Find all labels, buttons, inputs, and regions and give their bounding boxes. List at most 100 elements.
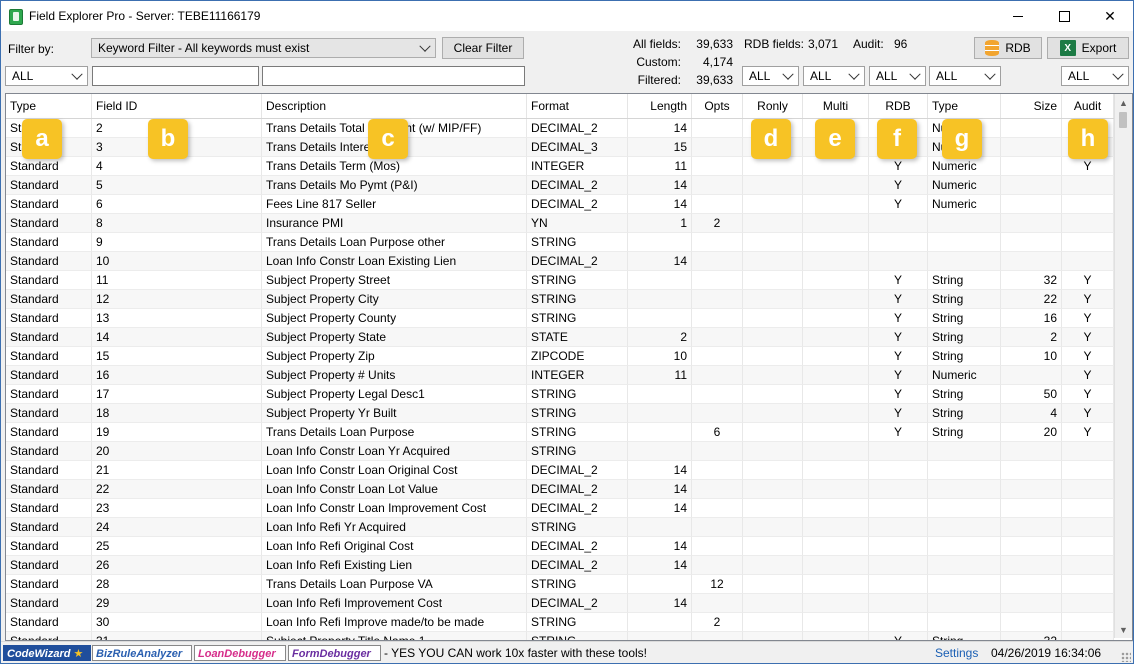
table-row[interactable]: Standard 14 Subject Property State STATE 2 Y S… bbox=[6, 328, 1114, 347]
table-row[interactable]: Standard 12 Subject Property City STRING Y St… bbox=[6, 290, 1114, 309]
column-header-format[interactable]: Format bbox=[527, 94, 628, 118]
ronly-filter-select[interactable]: ALL bbox=[742, 66, 799, 86]
column-header-ronly[interactable]: Ronly bbox=[743, 94, 803, 118]
table-row[interactable]: Standard 13 Subject Property County STRING Y… bbox=[6, 309, 1114, 328]
description-filter-input[interactable] bbox=[262, 66, 525, 86]
table-row[interactable]: Standard 18 Subject Property Yr Built STRIN… bbox=[6, 404, 1114, 423]
table-row[interactable]: Standard 23 Loan Info Constr Loan Improvem… bbox=[6, 499, 1114, 518]
cell-rdb: Y bbox=[869, 385, 928, 404]
window-title: Field Explorer Pro - Server: TEBE1116617… bbox=[29, 9, 261, 23]
table-row[interactable]: Standard 25 Loan Info Refi Original Cost DE… bbox=[6, 537, 1114, 556]
cell-ronly bbox=[743, 214, 803, 233]
table-row[interactable]: Standard 16 Subject Property # Units INTEGE… bbox=[6, 366, 1114, 385]
table-row[interactable]: Standard 11 Subject Property Street STRING Y… bbox=[6, 271, 1114, 290]
cell-opts bbox=[692, 290, 743, 309]
maximize-button[interactable] bbox=[1041, 1, 1087, 31]
cell-field-id: 8 bbox=[92, 214, 262, 233]
rdb-button[interactable]: RDB bbox=[974, 37, 1042, 59]
callout-badge-c: c bbox=[368, 119, 408, 159]
cell-field-id: 12 bbox=[92, 290, 262, 309]
cell-opts bbox=[692, 195, 743, 214]
table-row[interactable]: Standard 22 Loan Info Constr Loan Lot Valu… bbox=[6, 480, 1114, 499]
cell-field-id: 30 bbox=[92, 613, 262, 632]
cell-length: 14 bbox=[628, 499, 692, 518]
type-filter-select[interactable]: ALL bbox=[5, 66, 88, 86]
rdb-filter-select[interactable]: ALL bbox=[869, 66, 926, 86]
column-header-audit[interactable]: Audit bbox=[1062, 94, 1114, 118]
cell-ronly bbox=[743, 613, 803, 632]
table-row[interactable]: Standard 9 Trans Details Loan Purpose othe… bbox=[6, 233, 1114, 252]
scroll-thumb[interactable] bbox=[1119, 112, 1127, 128]
field-id-filter-input[interactable] bbox=[92, 66, 259, 86]
table-row[interactable]: Standard 24 Loan Info Refi Yr Acquired STRI… bbox=[6, 518, 1114, 537]
column-header-rdb[interactable]: RDB bbox=[869, 94, 928, 118]
bizruleanalyzer-link[interactable]: BizRuleAnalyzer bbox=[92, 645, 192, 661]
scroll-up-icon[interactable]: ▲ bbox=[1115, 94, 1132, 111]
table-row[interactable]: Standard 28 Trans Details Loan Purpose VA S… bbox=[6, 575, 1114, 594]
audit-filter-select[interactable]: ALL bbox=[1061, 66, 1129, 86]
scroll-down-icon[interactable]: ▼ bbox=[1115, 621, 1132, 638]
table-row[interactable]: Standard 19 Trans Details Loan Purpose STRI… bbox=[6, 423, 1114, 442]
table-row[interactable]: Standard 29 Loan Info Refi Improvement Cos… bbox=[6, 594, 1114, 613]
cell-size bbox=[1001, 442, 1062, 461]
clear-filter-button[interactable]: Clear Filter bbox=[442, 37, 524, 59]
cell-ronly bbox=[743, 195, 803, 214]
cell-rdb bbox=[869, 613, 928, 632]
cell-size: 32 bbox=[1001, 632, 1062, 640]
close-icon: ✕ bbox=[1104, 7, 1116, 24]
column-header-opts[interactable]: Opts bbox=[692, 94, 743, 118]
close-button[interactable]: ✕ bbox=[1087, 1, 1133, 31]
cell-opts bbox=[692, 556, 743, 575]
cell-opts bbox=[692, 480, 743, 499]
cell-opts bbox=[692, 138, 743, 157]
column-header-type[interactable]: Type bbox=[6, 94, 92, 118]
formdebugger-link[interactable]: FormDebugger bbox=[288, 645, 381, 661]
loandebugger-link[interactable]: LoanDebugger bbox=[194, 645, 286, 661]
table-row[interactable]: Standard 4 Trans Details Term (Mos) INTEGER… bbox=[6, 157, 1114, 176]
minimize-button[interactable] bbox=[995, 1, 1041, 31]
cell-type: Standard bbox=[6, 518, 92, 537]
cell-format: STRING bbox=[527, 290, 628, 309]
cell-description: Subject Property Legal Desc1 bbox=[262, 385, 527, 404]
filter-by-label: Filter by: bbox=[8, 42, 55, 56]
table-row[interactable]: Standard 31 Subject Property Title Name 1S… bbox=[6, 632, 1114, 640]
table-row[interactable]: Standard 17 Subject Property Legal Desc1 ST… bbox=[6, 385, 1114, 404]
cell-audit bbox=[1062, 499, 1114, 518]
settings-link[interactable]: Settings bbox=[935, 646, 978, 660]
keyword-mode-select[interactable]: Keyword Filter - All keywords must exist bbox=[91, 38, 436, 58]
vertical-scrollbar[interactable]: ▲ ▼ bbox=[1114, 94, 1132, 638]
column-header-length[interactable]: Length bbox=[628, 94, 692, 118]
export-button[interactable]: X Export bbox=[1047, 37, 1129, 59]
cell-value-type: String bbox=[928, 423, 1001, 442]
callout-badge-d: d bbox=[751, 119, 791, 159]
table-row[interactable]: Standard 21 Loan Info Constr Loan Original… bbox=[6, 461, 1114, 480]
table-row[interactable]: Standard 26 Loan Info Refi Existing Lien DE… bbox=[6, 556, 1114, 575]
table-row[interactable]: Standard 5 Trans Details Mo Pymt (P&I) DECI… bbox=[6, 176, 1114, 195]
cell-field-id: 31 bbox=[92, 632, 262, 640]
table-row[interactable]: Standard 15 Subject Property Zip ZIPCODE 10 Y… bbox=[6, 347, 1114, 366]
column-header-multi[interactable]: Multi bbox=[803, 94, 869, 118]
multi-filter-select[interactable]: ALL bbox=[803, 66, 865, 86]
column-header-description[interactable]: Description bbox=[262, 94, 527, 118]
codewizard-link[interactable]: CodeWizard ★ bbox=[3, 645, 91, 661]
type2-filter-select[interactable]: ALL bbox=[929, 66, 1001, 86]
table-row[interactable]: Standard 20 Loan Info Constr Loan Yr Acqui… bbox=[6, 442, 1114, 461]
table-row[interactable]: Standard 6 Fees Line 817 Seller DECIMAL_2 14… bbox=[6, 195, 1114, 214]
column-header-size[interactable]: Size bbox=[1001, 94, 1062, 118]
table-row[interactable]: Standard 30 Loan Info Refi Improve made/to… bbox=[6, 613, 1114, 632]
cell-field-id: 28 bbox=[92, 575, 262, 594]
cell-rdb: Y bbox=[869, 347, 928, 366]
cell-value-type bbox=[928, 575, 1001, 594]
cell-field-id: 14 bbox=[92, 328, 262, 347]
resize-grip[interactable] bbox=[1121, 652, 1131, 662]
cell-format: YN bbox=[527, 214, 628, 233]
cell-audit bbox=[1062, 575, 1114, 594]
audit-filter-value: ALL bbox=[1068, 69, 1090, 83]
column-header-field-id[interactable]: Field ID bbox=[92, 94, 262, 118]
cell-type: Standard bbox=[6, 347, 92, 366]
column-header-value-type[interactable]: Type bbox=[928, 94, 1001, 118]
table-row[interactable]: Standard 8 Insurance PMI YN 1 2 bbox=[6, 214, 1114, 233]
table-row[interactable]: Standard 10 Loan Info Constr Loan Existing… bbox=[6, 252, 1114, 271]
cell-size: 32 bbox=[1001, 271, 1062, 290]
cell-description: Subject Property Title Name 1 bbox=[262, 632, 527, 640]
